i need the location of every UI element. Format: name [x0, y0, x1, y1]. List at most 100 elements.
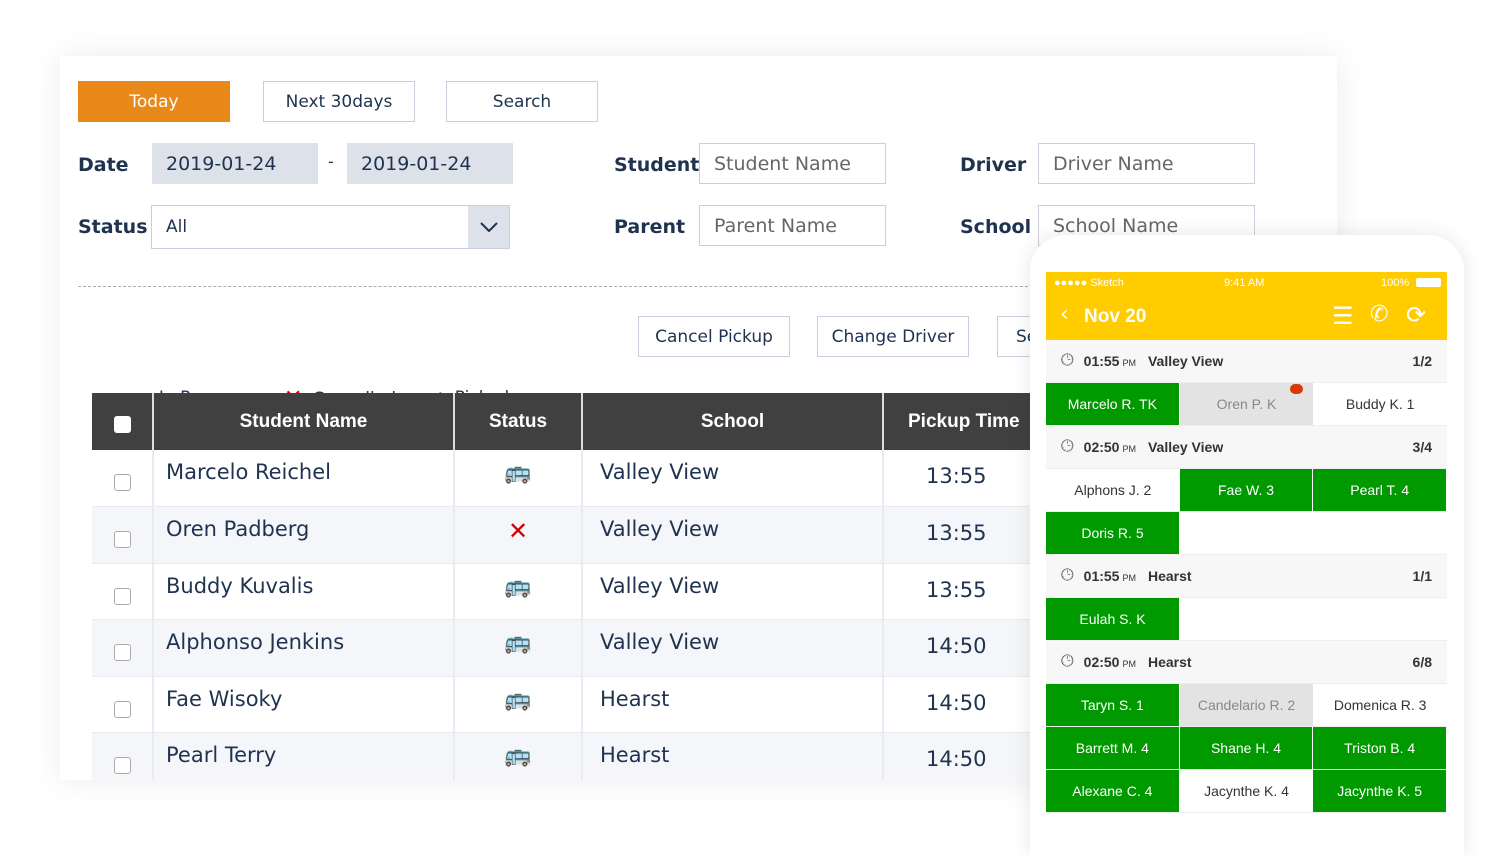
group-header[interactable]: 🕒︎ 02:50 PM Valley View 3/4	[1046, 426, 1447, 469]
student-chip-label: Barrett M. 4	[1075, 740, 1149, 756]
parent-name-input[interactable]: Parent Name	[699, 205, 886, 246]
school-cell: Valley View	[582, 619, 884, 677]
student-chip[interactable]: Triston B. 4	[1313, 727, 1447, 769]
message-icon[interactable]	[1290, 384, 1304, 394]
student-chip[interactable]: Domenica R. 3	[1313, 684, 1447, 726]
student-chip-label: Eulah S. K	[1079, 611, 1146, 627]
status-cell: 🚌	[454, 619, 583, 677]
student-row: Marcelo R. TK Oren P. K Buddy K. 1	[1046, 383, 1447, 426]
search-button[interactable]: Search	[446, 81, 598, 122]
student-chip[interactable]: Candelario R. 2	[1179, 684, 1314, 726]
student-chip-label: Marcelo R. TK	[1067, 396, 1157, 412]
col-student-name: Student Name	[153, 393, 455, 450]
clock-icon: 🕒︎	[1061, 438, 1074, 455]
group-ampm: PM	[1122, 659, 1136, 669]
student-chip[interactable]: Fae W. 3	[1179, 469, 1314, 511]
row-checkbox[interactable]	[113, 644, 131, 661]
table-row[interactable]: Oren Padberg ✕ Valley View 13:55	[92, 506, 1093, 564]
student-chip-label: Shane H. 4	[1210, 740, 1282, 756]
table-row[interactable]: Buddy Kuvalis 🚌 Valley View 13:55	[92, 563, 1093, 620]
group-count: 6/8	[1412, 654, 1432, 670]
row-checkbox[interactable]	[113, 587, 131, 605]
student-chip[interactable]: Eulah S. K	[1046, 598, 1180, 640]
status-cell: ✕	[454, 506, 583, 564]
divider	[78, 286, 1078, 287]
back-icon[interactable]: ‹	[1060, 302, 1069, 327]
clock: 9:41 AM	[1224, 277, 1265, 289]
student-chip[interactable]: Jacynthe K. 5	[1313, 770, 1447, 812]
student-chip-label: Fae W. 3	[1217, 482, 1275, 498]
table-row[interactable]: Alphonso Jenkins 🚌 Valley View 14:50	[92, 619, 1093, 677]
group-header[interactable]: 🕒︎ 01:55 PM Valley View 1/2	[1046, 340, 1447, 383]
col-school: School	[582, 393, 884, 450]
date-from-input[interactable]: 2019-01-24	[152, 143, 318, 184]
row-checkbox[interactable]	[113, 700, 131, 718]
status-select[interactable]: All	[151, 205, 510, 249]
row-select-cell[interactable]	[92, 732, 154, 780]
row-select-cell[interactable]	[92, 619, 154, 677]
bus-icon: 🚌	[504, 460, 532, 485]
student-label: Student	[614, 154, 700, 176]
row-checkbox[interactable]	[113, 474, 131, 491]
phone-screen: ●●●●● Sketch 9:41 AM 100% ‹ Nov 20 ☰ ✆ ⟳…	[1046, 272, 1447, 832]
refresh-icon[interactable]: ⟳	[1406, 301, 1426, 329]
driver-name-input[interactable]: Driver Name	[1038, 143, 1255, 184]
student-chip[interactable]: Oren P. K	[1179, 383, 1314, 425]
bus-icon: 🚌	[504, 630, 532, 655]
group-count: 3/4	[1412, 439, 1432, 455]
table-row[interactable]: Marcelo Reichel 🚌 Valley View 13:55	[92, 450, 1093, 507]
menu-icon[interactable]: ☰	[1332, 302, 1354, 330]
parent-label: Parent	[614, 216, 686, 238]
today-button[interactable]: Today	[78, 81, 230, 122]
status-cell: 🚌	[454, 563, 583, 620]
group-header[interactable]: 🕒︎ 01:55 PM Hearst 1/1	[1046, 555, 1447, 598]
clock-icon: 🕒︎	[1061, 653, 1074, 670]
row-select-cell[interactable]	[92, 563, 154, 620]
group-count: 1/2	[1412, 353, 1432, 369]
row-select-cell[interactable]	[92, 506, 154, 564]
student-chip[interactable]: Buddy K. 1	[1313, 383, 1447, 425]
table-row[interactable]: Fae Wisoky 🚌 Hearst 14:50	[92, 676, 1093, 733]
student-chip[interactable]: Pearl T. 4	[1313, 469, 1447, 511]
student-row: Doris R. 5	[1046, 512, 1447, 555]
student-name: Alphonso Jenkins	[153, 619, 455, 677]
group-ampm: PM	[1122, 573, 1136, 583]
student-chip[interactable]: Marcelo R. TK	[1046, 383, 1180, 425]
group-time: 02:50	[1083, 439, 1120, 455]
cancel-pickup-button[interactable]: Cancel Pickup	[638, 316, 790, 357]
row-checkbox[interactable]	[113, 757, 131, 774]
bus-icon: 🚌	[504, 573, 532, 599]
group-header[interactable]: 🕒︎ 02:50 PM Hearst 6/8	[1046, 641, 1447, 684]
student-chip[interactable]: Doris R. 5	[1046, 512, 1180, 554]
select-all-cell[interactable]	[92, 393, 154, 450]
row-checkbox[interactable]	[113, 531, 131, 548]
student-name-input[interactable]: Student Name	[699, 143, 886, 184]
group-time: 02:50	[1083, 654, 1120, 670]
student-chip[interactable]: Shane H. 4	[1179, 727, 1314, 769]
student-row: Taryn S. 1 Candelario R. 2 Domenica R. 3	[1046, 684, 1447, 727]
group-school: Hearst	[1147, 654, 1192, 670]
row-select-cell[interactable]	[92, 450, 154, 507]
group-ampm: PM	[1122, 444, 1136, 454]
row-select-cell[interactable]	[92, 676, 154, 733]
next-30days-button[interactable]: Next 30days	[263, 81, 415, 122]
school-cell: Hearst	[582, 732, 884, 780]
date-to-input[interactable]: 2019-01-24	[347, 143, 513, 184]
student-chip[interactable]: Barrett M. 4	[1046, 727, 1180, 769]
student-chip[interactable]: Taryn S. 1	[1046, 684, 1180, 726]
chevron-down-icon[interactable]	[468, 206, 509, 248]
pickup-table: Student Name Status School Pickup Time M…	[92, 393, 1093, 780]
student-chip[interactable]: Jacynthe K. 4	[1180, 770, 1314, 812]
battery: 100%	[1381, 277, 1410, 289]
date-label: Date	[78, 154, 129, 176]
group-count: 1/1	[1412, 568, 1432, 584]
student-chip[interactable]: Alexane C. 4	[1046, 770, 1180, 812]
change-driver-button[interactable]: Change Driver	[817, 316, 969, 357]
phone-icon[interactable]: ✆	[1370, 302, 1388, 327]
student-chip[interactable]: Alphons J. 2	[1046, 469, 1180, 511]
student-name: Marcelo Reichel	[153, 450, 455, 507]
status-label: Status	[78, 216, 148, 238]
table-row[interactable]: Pearl Terry 🚌 Hearst 14:50	[92, 732, 1093, 780]
select-all-checkbox[interactable]	[113, 416, 131, 433]
student-chip-label: Alexane C. 4	[1072, 783, 1153, 799]
